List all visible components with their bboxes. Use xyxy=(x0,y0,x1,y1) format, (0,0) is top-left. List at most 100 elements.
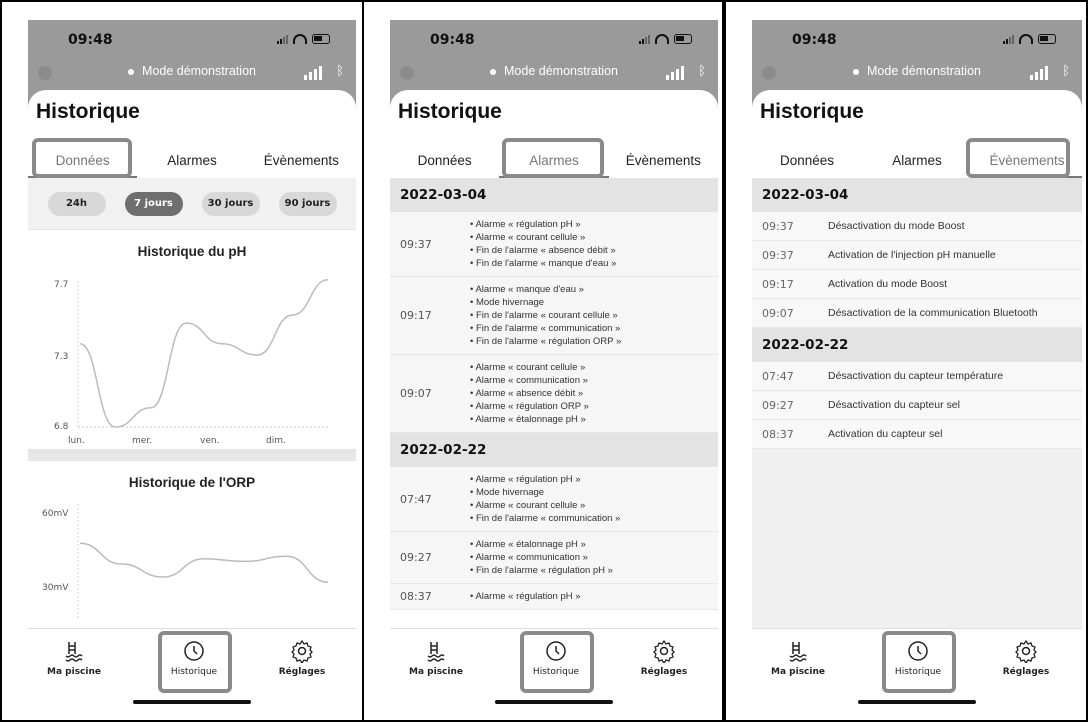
bottom-nav: Ma piscine Historique Réglages xyxy=(390,628,718,710)
event-text: Désactivation du mode Boost xyxy=(828,219,965,232)
event-row[interactable]: 09:07 Désactivation de la communication B… xyxy=(752,299,1082,328)
nav-label: Ma piscine xyxy=(409,667,463,677)
alarm-line: • Alarme « régulation pH » xyxy=(470,219,581,230)
alarm-line: • Alarme « étalonnage pH » xyxy=(470,414,586,425)
alarm-row[interactable]: 09:07 • Alarme « courant cellule » • Alarm… xyxy=(390,355,718,433)
alarm-row[interactable]: 09:27 • Alarme « étalonnage pH » • Alarme … xyxy=(390,532,718,584)
screen-alarmes: 09:48 Mode démonstration ᛒ Historique Do… xyxy=(362,0,724,722)
ph-y-tick: 7.7 xyxy=(54,280,68,290)
event-text: Désactivation du capteur température xyxy=(828,369,1004,382)
event-row[interactable]: 07:47 Désactivation du capteur températur… xyxy=(752,362,1082,391)
bluetooth-icon: ᛒ xyxy=(698,64,706,79)
wifi-icon xyxy=(655,34,669,44)
alarm-time: 09:27 xyxy=(400,551,432,564)
orp-y-tick: 60mV xyxy=(42,509,69,519)
nav-label: Réglages xyxy=(640,667,688,677)
range-30-days[interactable]: 30 jours xyxy=(201,191,260,216)
ph-chart-svg: 7.7 7.3 6.8 lun. mer. ven. dim. xyxy=(54,279,329,445)
event-time: 08:37 xyxy=(762,427,794,441)
tab-evenements[interactable]: Évènements xyxy=(247,146,356,178)
phone-frame: 09:48 Mode démonstration ᛒ Historique Do… xyxy=(28,20,356,710)
nav-ma-piscine[interactable]: Ma piscine xyxy=(396,639,476,677)
event-text: Désactivation de la communication Blueto… xyxy=(828,306,1038,319)
nav-ma-piscine[interactable]: Ma piscine xyxy=(34,639,114,677)
date-header: 2022-02-22 xyxy=(390,433,718,467)
demo-row: Mode démonstration ᛒ xyxy=(390,64,718,82)
device-signal-icon xyxy=(1030,66,1048,80)
ph-series-line xyxy=(79,279,329,428)
alarm-time: 09:17 xyxy=(400,309,432,322)
alarm-lines: • Alarme « courant cellule » • Alarme « c… xyxy=(470,361,718,426)
ph-x-tick: dim. xyxy=(266,436,286,445)
event-row[interactable]: 09:37 Désactivation du mode Boost xyxy=(752,212,1082,241)
alarm-line: • Alarme « courant cellule » xyxy=(470,232,586,243)
tab-evenements[interactable]: Évènements xyxy=(609,146,718,178)
event-time: 09:17 xyxy=(762,277,794,291)
status-icons xyxy=(277,34,330,44)
bluetooth-icon: ᛒ xyxy=(336,64,344,79)
nav-reglages[interactable]: Réglages xyxy=(624,639,704,677)
bluetooth-icon: ᛒ xyxy=(1062,64,1070,79)
alarm-line: • Fin de l'alarme « courant cellule » xyxy=(470,310,618,321)
nav-ma-piscine[interactable]: Ma piscine xyxy=(758,639,838,677)
alarm-row[interactable]: 08:37 • Alarme « régulation pH » xyxy=(390,584,718,610)
screen-donnees: 09:48 Mode démonstration ᛒ Historique Do… xyxy=(0,0,364,722)
nav-reglages[interactable]: Réglages xyxy=(262,639,342,677)
wifi-icon xyxy=(293,34,307,44)
demo-mode-text: Mode démonstration xyxy=(867,64,981,78)
demo-mode-text: Mode démonstration xyxy=(142,64,256,78)
alarm-line: • Alarme « manque d'eau » xyxy=(470,284,584,295)
alarm-time: 08:37 xyxy=(400,590,432,603)
alarm-line: • Mode hivernage xyxy=(470,297,545,308)
alarm-row[interactable]: 07:47 • Alarme « régulation pH » • Mode hi… xyxy=(390,467,718,532)
gear-icon xyxy=(262,639,342,665)
alarm-line: • Fin de l'alarme « communication » xyxy=(470,513,621,524)
home-indicator xyxy=(133,700,251,704)
tab-alarmes[interactable]: Alarmes xyxy=(862,146,972,178)
home-indicator xyxy=(495,700,613,704)
nav-label: Ma piscine xyxy=(771,667,825,677)
gear-icon xyxy=(986,639,1066,665)
alarm-time: 09:37 xyxy=(400,237,432,251)
alarm-row[interactable]: 09:17 • Alarme « manque d'eau » • Mode hiv… xyxy=(390,277,718,355)
highlight-frame xyxy=(502,138,604,178)
nav-reglages[interactable]: Réglages xyxy=(986,639,1066,677)
event-row[interactable]: 09:17 Activation du mode Boost xyxy=(752,270,1082,299)
range-24h[interactable]: 24h xyxy=(47,191,106,216)
tab-donnees[interactable]: Données xyxy=(752,146,862,178)
cell-signal-icon xyxy=(639,34,650,44)
nav-label: Réglages xyxy=(278,667,326,677)
status-time: 09:48 xyxy=(68,32,113,48)
alarm-line: • Alarme « étalonnage pH » xyxy=(470,539,586,550)
alarm-line: • Alarme « communication » xyxy=(470,552,588,563)
screen-evenements: 09:48 Mode démonstration ᛒ Historique Do… xyxy=(724,0,1088,722)
bottom-nav: Ma piscine Historique Réglages xyxy=(752,628,1082,710)
event-row[interactable]: 08:37 Activation du capteur sel xyxy=(752,420,1082,449)
alarm-line: • Fin de l'alarme « communication » xyxy=(470,323,621,334)
demo-row: Mode démonstration ᛒ xyxy=(752,64,1082,82)
wifi-icon xyxy=(1019,34,1033,44)
device-signal-icon xyxy=(666,66,684,80)
alarm-row[interactable]: 09:37 • Alarme « régulation pH » • Alarme … xyxy=(390,212,718,277)
page-title: Historique xyxy=(398,100,502,123)
ph-y-tick: 6.8 xyxy=(54,422,69,432)
tab-donnees[interactable]: Données xyxy=(390,146,499,178)
tab-alarmes[interactable]: Alarmes xyxy=(137,146,246,178)
main-sheet: Historique Données Alarmes Évènements 20… xyxy=(752,90,1082,710)
alarm-line: • Alarme « absence débit » xyxy=(470,388,584,399)
highlight-frame xyxy=(520,631,594,693)
date-header: 2022-03-04 xyxy=(390,178,718,212)
range-90-days[interactable]: 90 jours xyxy=(278,191,337,216)
status-icons xyxy=(639,34,692,44)
highlight-frame xyxy=(882,631,956,693)
page-title: Historique xyxy=(36,100,140,123)
range-7-days[interactable]: 7 jours xyxy=(124,191,183,216)
alarm-line: • Alarme « régulation pH » xyxy=(470,474,581,485)
orp-chart: Historique de l'ORP 60mV 30mV xyxy=(28,475,356,620)
event-row[interactable]: 09:37 Activation de l'injection pH manuel… xyxy=(752,241,1082,270)
data-content: 24h 7 jours 30 jours 90 jours Historique… xyxy=(28,178,356,628)
pool-ladder-icon xyxy=(758,639,838,663)
alarm-line: • Fin de l'alarme « régulation ORP » xyxy=(470,336,622,347)
event-row[interactable]: 09:27 Désactivation du capteur sel xyxy=(752,391,1082,420)
cell-signal-icon xyxy=(1003,34,1014,44)
